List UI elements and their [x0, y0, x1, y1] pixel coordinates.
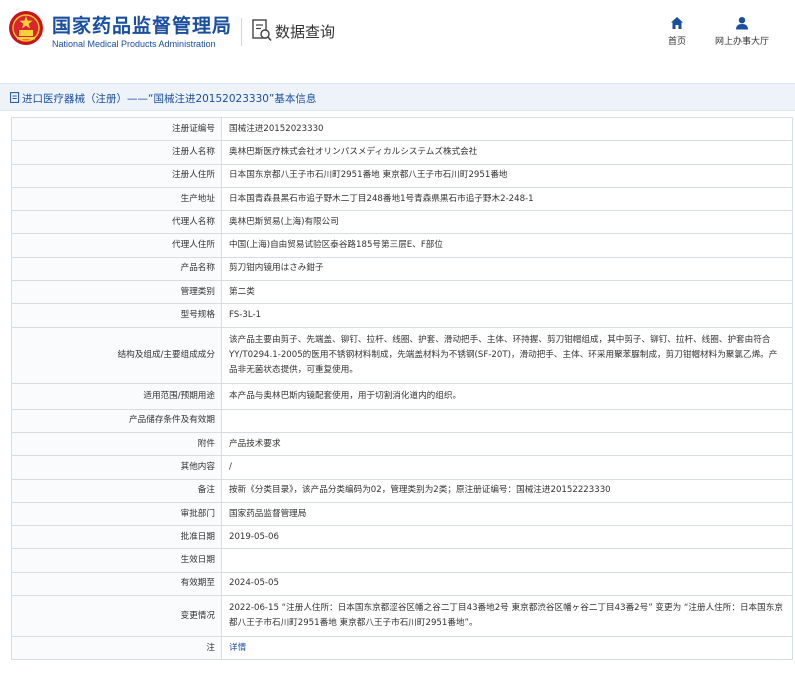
table-row: 结构及组成/主要组成成分 该产品主要由剪子、先端盖、铆钉、拉杆、线圈、护套、滑动把…	[11, 326, 793, 384]
field-label: 备注	[11, 478, 222, 503]
field-label: 注册证编号	[11, 116, 222, 142]
field-value: 该产品主要由剪子、先端盖、铆钉、拉杆、线圈、护套、滑动把手、主体、环持握、剪刀钳…	[221, 326, 793, 384]
table-row: 适用范围/预期用途 本产品与奥林巴斯内镜配套使用，用于切割消化道内的组织。	[11, 382, 793, 410]
nav-online-service-hall[interactable]: 网上办事大厅	[697, 16, 787, 47]
field-value	[221, 548, 793, 573]
table-row: 产品储存条件及有效期	[11, 408, 793, 433]
home-icon	[671, 17, 683, 29]
field-value: 产品技术要求	[221, 431, 793, 457]
table-row: 型号规格 FS-3L-1	[11, 303, 793, 328]
table-row: 注册人住所 日本国东京都八王子市石川町2951番地 東京都八王子市石川町2951番…	[11, 163, 793, 188]
field-label: 产品储存条件及有效期	[11, 408, 222, 433]
field-value: 国械注进20152023330	[221, 116, 793, 142]
field-label: 注册人名称	[11, 140, 222, 165]
section-title: 数据查询	[275, 23, 336, 41]
field-value: 国家药品监督管理局	[221, 501, 793, 527]
field-label: 注册人住所	[11, 163, 222, 188]
table-row: 管理类别 第二类	[11, 280, 793, 305]
registration-info-table: 注册证编号 国械注进20152023330 注册人名称 奥林巴斯医疗株式会社オリンパス…	[11, 116, 793, 661]
table-row: 附件 产品技术要求	[11, 431, 793, 457]
breadcrumb: 进口医疗器械（注册）——“国械注进20152023330”基本信息	[0, 83, 795, 111]
field-value: 日本国东京都八王子市石川町2951番地 東京都八王子市石川町2951番地	[221, 163, 793, 188]
table-row: 生效日期	[11, 548, 793, 573]
field-label: 附件	[11, 431, 222, 457]
field-label: 其他内容	[11, 455, 222, 480]
field-value: 日本国青森县黑石市追子野木二丁目248番地1号青森県黒石市追子野木2-248-1	[221, 186, 793, 212]
table-row: 其他内容 /	[11, 455, 793, 480]
header-divider	[241, 18, 242, 46]
field-value: 奥林巴斯贸易(上海)有限公司	[221, 210, 793, 235]
document-icon	[10, 92, 20, 103]
nav-online-service-hall-label: 网上办事大厅	[714, 37, 769, 47]
site-logo-title[interactable]: 国家药品监督管理局	[52, 11, 232, 38]
table-row: 生产地址 日本国青森县黑石市追子野木二丁目248番地1号青森県黒石市追子野木2-2…	[11, 186, 793, 212]
table-row: 批准日期 2019-05-06	[11, 525, 793, 550]
field-value: 奥林巴斯医疗株式会社オリンパスメディカルシステムズ株式会社	[221, 140, 793, 165]
field-label: 注	[11, 636, 222, 661]
field-value	[221, 408, 793, 433]
field-label: 有效期至	[11, 571, 222, 597]
table-row: 变更情况 2022-06-15 “注册人住所：日本国东京都涩谷区幡之谷二丁目43番…	[11, 595, 793, 638]
table-row: 产品名称 剪刀钳内镜用はさみ鉗子	[11, 256, 793, 282]
table-row: 注详情	[11, 636, 793, 661]
field-label: 审批部门	[11, 501, 222, 527]
info-table: 注册证编号 国械注进20152023330 注册人名称 奥林巴斯医疗株式会社オリンパス…	[11, 116, 793, 661]
site-header: 国家药品监督管理局 National Medical Products Admi…	[0, 0, 795, 66]
table-row: 备注 按新《分类目录》，该产品分类编码为02，管理类别为2类；原注册证编号：国械注…	[11, 478, 793, 503]
field-label: 批准日期	[11, 525, 222, 550]
field-value: 中国(上海)自由贸易试验区泰谷路185号第三层E、F部位	[221, 233, 793, 258]
field-value: 2024-05-05	[221, 571, 793, 597]
field-label: 管理类别	[11, 280, 222, 305]
field-label: 适用范围/预期用途	[11, 382, 222, 410]
field-value: 2019-05-06	[221, 525, 793, 550]
table-row: 注册人名称 奥林巴斯医疗株式会社オリンパスメディカルシステムズ株式会社	[11, 140, 793, 165]
table-row: 代理人住所 中国(上海)自由贸易试验区泰谷路185号第三层E、F部位	[11, 233, 793, 258]
table-row: 代理人名称 奥林巴斯贸易(上海)有限公司	[11, 210, 793, 235]
field-label: 型号规格	[11, 303, 222, 328]
national-emblem-icon[interactable]	[8, 10, 44, 46]
field-value: /	[221, 455, 793, 480]
field-value: 按新《分类目录》，该产品分类编码为02，管理类别为2类；原注册证编号：国械注进2…	[221, 478, 793, 503]
field-value: 本产品与奥林巴斯内镜配套使用，用于切割消化道内的组织。	[221, 382, 793, 410]
field-value: 2022-06-15 “注册人住所：日本国东京都涩谷区幡之谷二丁目43番地2号 …	[221, 595, 793, 638]
user-icon	[736, 17, 748, 30]
field-label: 代理人名称	[11, 210, 222, 235]
field-value: 剪刀钳内镜用はさみ鉗子	[221, 256, 793, 282]
table-row: 有效期至 2024-05-05	[11, 571, 793, 597]
data-query-icon	[252, 19, 272, 42]
field-label: 生产地址	[11, 186, 222, 212]
breadcrumb-text: 进口医疗器械（注册）——“国械注进20152023330”基本信息	[22, 93, 317, 105]
details-link[interactable]: 详情	[229, 643, 246, 653]
field-value: FS-3L-1	[221, 303, 793, 328]
field-label: 结构及组成/主要组成成分	[11, 326, 222, 384]
site-logo-subtitle: National Medical Products Administration	[52, 39, 216, 49]
field-label: 代理人住所	[11, 233, 222, 258]
field-label: 变更情况	[11, 595, 222, 638]
table-row: 审批部门 国家药品监督管理局	[11, 501, 793, 527]
field-value[interactable]: 详情	[221, 636, 793, 661]
table-row: 注册证编号 国械注进20152023330	[11, 116, 793, 142]
field-label: 生效日期	[11, 548, 222, 573]
field-label: 产品名称	[11, 256, 222, 282]
field-value: 第二类	[221, 280, 793, 305]
